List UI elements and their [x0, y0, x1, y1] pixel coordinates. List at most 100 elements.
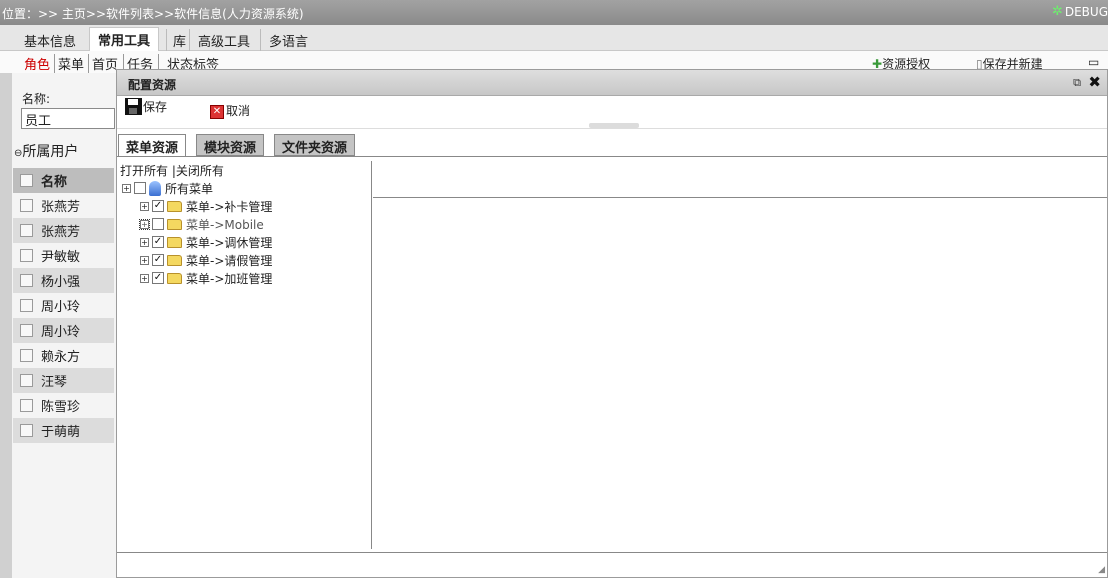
tree-checkbox[interactable] — [134, 182, 146, 194]
main-tab-bar: 基本信息 常用工具 库 高级工具 多语言 — [0, 25, 1108, 52]
expand-icon[interactable]: + — [139, 218, 150, 230]
folder-icon — [167, 200, 182, 212]
left-gutter — [0, 73, 12, 578]
popout-icon[interactable]: ⧉ — [1073, 76, 1081, 90]
table-row[interactable]: 周小玲 — [13, 293, 114, 318]
table-row[interactable]: 陈雪珍 — [13, 393, 114, 418]
row-checkbox[interactable] — [20, 274, 33, 287]
tree-checkbox[interactable]: ✓ — [152, 236, 164, 248]
user-name: 张燕芳 — [41, 225, 81, 240]
tree-node-label: 菜单->加班管理 — [186, 271, 273, 286]
save-label: 保存 — [143, 100, 168, 114]
table-row[interactable]: 尹敏敏 — [13, 243, 114, 268]
tree-actions: 打开所有 |关闭所有 — [120, 162, 224, 179]
user-icon — [149, 180, 161, 196]
table-row[interactable]: 汪琴 — [13, 368, 114, 393]
divider — [117, 552, 1107, 553]
subtab-home[interactable]: 首页 — [88, 54, 118, 73]
close-all-link[interactable]: 关闭所有 — [176, 164, 224, 178]
tab-advanced-tools[interactable]: 高级工具 — [189, 29, 258, 51]
user-name: 杨小强 — [41, 275, 81, 290]
tree-node-label: 菜单->调休管理 — [186, 235, 273, 250]
dialog-title-bar[interactable]: 配置资源 ⧉ ✖ — [117, 70, 1107, 96]
debug-button[interactable]: ✲ DEBUG — [1052, 4, 1108, 19]
name-input[interactable]: 员工 — [21, 108, 115, 129]
expand-icon[interactable]: + — [140, 255, 149, 265]
table-row[interactable]: 赖永方 — [13, 343, 114, 368]
select-all-checkbox[interactable] — [20, 174, 33, 187]
folder-icon — [167, 272, 182, 284]
row-checkbox[interactable] — [20, 224, 33, 237]
table-row[interactable]: 于萌萌 — [13, 418, 114, 443]
open-all-link[interactable]: 打开所有 — [120, 164, 168, 178]
tree-checkbox[interactable]: ✓ — [152, 254, 164, 266]
cancel-icon: ✕ — [210, 105, 224, 119]
row-checkbox[interactable] — [20, 299, 33, 312]
tree-node-label: 菜单->补卡管理 — [186, 199, 273, 214]
tree-checkbox[interactable] — [152, 218, 164, 230]
debug-label: DEBUG — [1064, 4, 1108, 19]
close-icon[interactable]: ✖ — [1088, 73, 1101, 91]
table-row[interactable]: 周小玲 — [13, 318, 114, 343]
tab-basic-info[interactable]: 基本信息 — [16, 29, 84, 51]
divider — [117, 128, 1107, 129]
dialog-cancel-button[interactable]: ✕ 取消 — [210, 102, 250, 119]
row-checkbox[interactable] — [20, 199, 33, 212]
dialog-save-button[interactable]: 保存 — [125, 98, 167, 115]
floppy-icon — [125, 98, 142, 115]
user-group-title: 所属用户 — [22, 144, 79, 160]
menu-tree-pane: 打开所有 |关闭所有 + 所有菜单 + ✓ 菜单->补卡管理 + 菜单->Mob… — [118, 161, 372, 549]
cancel-label: 取消 — [226, 104, 251, 118]
user-name: 赖永方 — [41, 350, 81, 365]
user-name: 陈雪珍 — [41, 400, 81, 415]
folder-icon — [167, 218, 182, 230]
tree-node[interactable]: + ✓ 菜单->补卡管理 — [140, 197, 272, 215]
tree-checkbox[interactable]: ✓ — [152, 272, 164, 284]
tree-node[interactable]: + 菜单->Mobile — [139, 215, 264, 233]
gear-icon: ✲ — [1051, 4, 1063, 19]
tree-node[interactable]: + ✓ 菜单->加班管理 — [140, 269, 272, 287]
tab-folder-resource[interactable]: 文件夹资源 — [274, 134, 356, 156]
column-header-name: 名称 — [41, 175, 68, 190]
expand-icon[interactable]: + — [140, 237, 149, 247]
row-checkbox[interactable] — [20, 249, 33, 262]
user-group-toggle[interactable]: ⊖所属用户 — [14, 141, 78, 161]
expand-icon[interactable]: + — [122, 183, 131, 193]
row-checkbox[interactable] — [20, 424, 33, 437]
table-row[interactable]: 张燕芳 — [13, 218, 114, 243]
tab-module-resource[interactable]: 模块资源 — [196, 134, 265, 156]
row-checkbox[interactable] — [20, 399, 33, 412]
tree-node-label: 菜单->请假管理 — [186, 253, 273, 268]
save-icon[interactable]: ▭ — [1088, 55, 1099, 69]
divider — [117, 156, 1107, 157]
table-row[interactable]: 张燕芳 — [13, 193, 114, 218]
folder-icon — [167, 236, 182, 248]
user-name: 周小玲 — [41, 325, 81, 340]
user-name: 于萌萌 — [41, 425, 81, 440]
tree-node-label: 菜单->Mobile — [186, 217, 264, 232]
tab-library[interactable]: 库 — [166, 29, 190, 51]
row-checkbox[interactable] — [20, 324, 33, 337]
tab-menu-resource[interactable]: 菜单资源 — [118, 134, 187, 157]
row-checkbox[interactable] — [20, 374, 33, 387]
breadcrumb: 位置：>> 主页>>软件列表>>软件信息(人力资源系统) — [2, 7, 304, 21]
resource-detail-pane — [373, 161, 1107, 198]
tree-node-root[interactable]: + 所有菜单 — [122, 179, 213, 197]
user-table: 名称 张燕芳 张燕芳 尹敏敏 杨小强 周小玲 周小玲 赖永方 汪琴 陈雪珍 于萌… — [13, 168, 114, 443]
tab-multi-language[interactable]: 多语言 — [260, 29, 316, 51]
tree-checkbox[interactable]: ✓ — [152, 200, 164, 212]
subtab-menu[interactable]: 菜单 — [54, 54, 84, 73]
tab-common-tools[interactable]: 常用工具 — [89, 27, 160, 52]
subtab-role[interactable]: 角色 — [24, 54, 50, 73]
resize-handle-icon[interactable]: ◢ — [1098, 565, 1105, 575]
expand-icon[interactable]: + — [140, 201, 149, 211]
config-resource-dialog: 配置资源 ⧉ ✖ 保存 ✕ 取消 菜单资源 模块资源 文件夹资源 打开所有 |关… — [116, 69, 1108, 578]
tree-node-label: 所有菜单 — [165, 181, 214, 196]
table-row[interactable]: 杨小强 — [13, 268, 114, 293]
expand-icon[interactable]: + — [140, 273, 149, 283]
name-label: 名称: — [22, 92, 51, 106]
tree-node[interactable]: + ✓ 菜单->请假管理 — [140, 251, 272, 269]
tree-node[interactable]: + ✓ 菜单->调休管理 — [140, 233, 272, 251]
folder-icon — [167, 254, 182, 266]
row-checkbox[interactable] — [20, 349, 33, 362]
